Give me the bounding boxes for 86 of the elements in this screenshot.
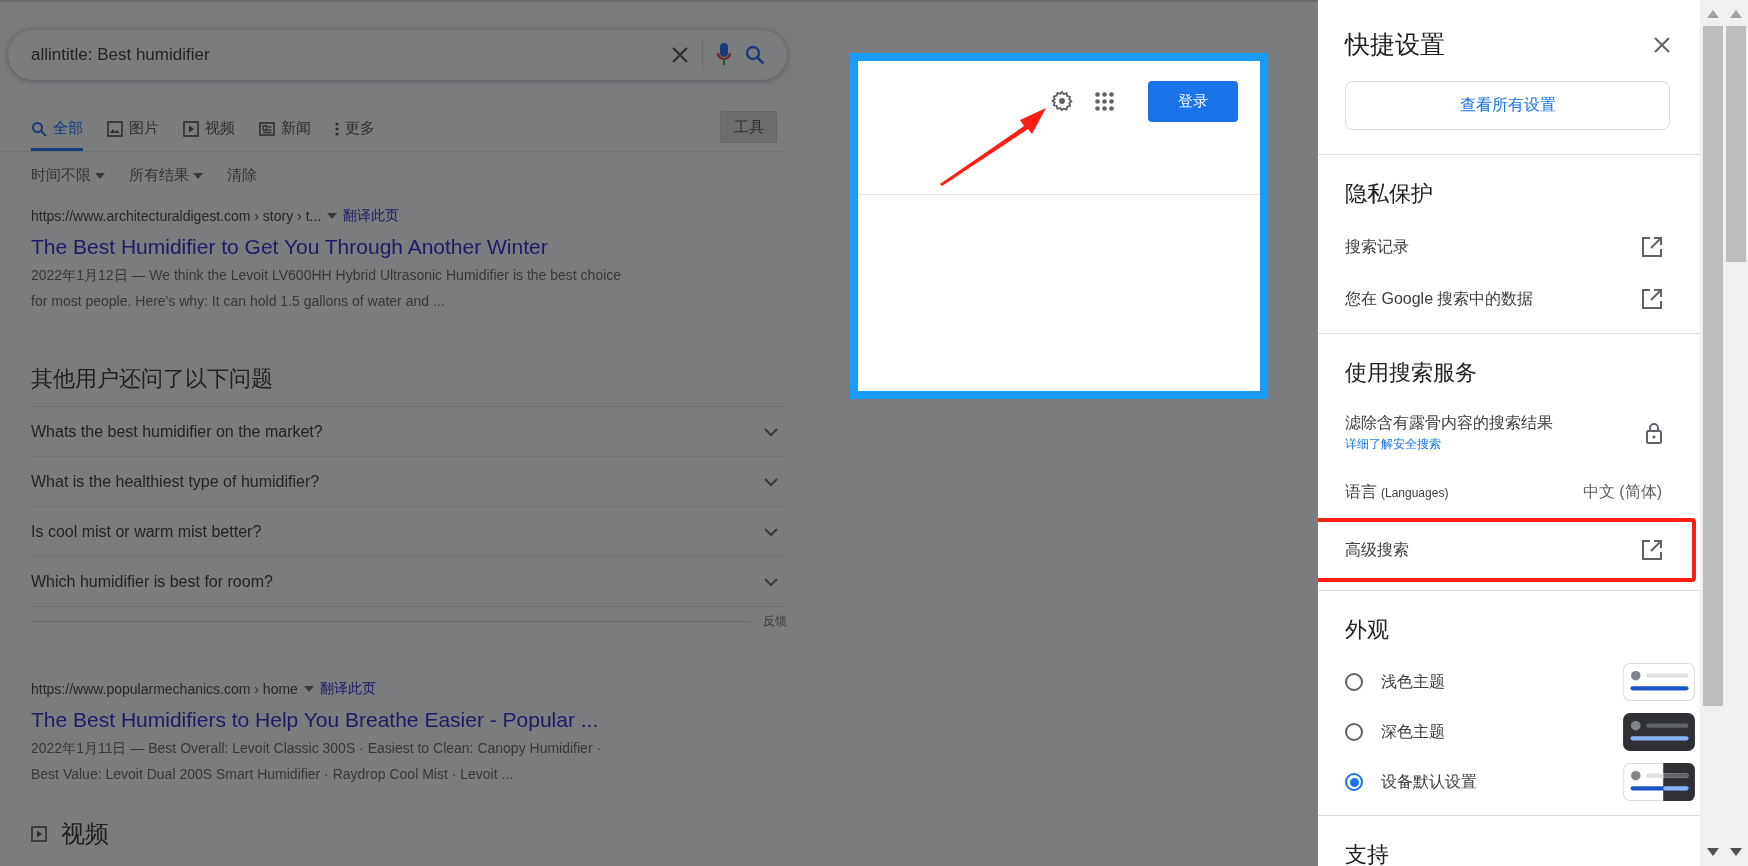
search-icon[interactable] (745, 45, 765, 65)
scrollbar-thumb[interactable] (1725, 26, 1746, 262)
external-link-icon (1642, 237, 1662, 257)
tab-label: 新闻 (281, 119, 311, 138)
close-icon[interactable] (1654, 36, 1670, 53)
theme-preview-icon (1622, 663, 1696, 701)
setting-note: (Languages) (1381, 485, 1449, 500)
scroll-down-icon[interactable] (1706, 848, 1719, 856)
result-url: https://www.popularmechanics.com › home (31, 681, 298, 697)
search-icon (31, 120, 47, 137)
question-text[interactable]: Whats the best humidifier on the market? (31, 422, 323, 441)
language-value[interactable]: 中文 (简体) (1582, 481, 1662, 503)
setting-label: 滤除含有露骨内容的搜索结果 (1345, 413, 1553, 433)
search-tab[interactable]: 新闻 (259, 119, 311, 151)
section-heading: 支持 (1344, 841, 1390, 866)
search-tab[interactable]: 视频 (183, 119, 235, 151)
close-icon[interactable] (672, 47, 688, 63)
view-all-settings-button[interactable]: 查看所有设置 (1345, 81, 1670, 130)
apps-grid-icon[interactable] (1095, 92, 1114, 111)
microphone-icon[interactable] (717, 43, 731, 67)
filter-label[interactable]: 清除 (227, 166, 257, 185)
tab-label: 图片 (129, 119, 159, 138)
tab-label: 全部 (53, 119, 83, 138)
play-icon (31, 826, 47, 843)
result-snippet: 2022年1月12日 — We think the Levoit LV600HH Hybrid Ultrasonic Humidifier is the best choice (31, 266, 623, 285)
scrollbar-thumb[interactable] (1702, 26, 1723, 706)
settings-link[interactable]: 您在 Google 搜索中的数据 (1345, 288, 1534, 310)
tools-button[interactable]: 工具 (720, 111, 777, 143)
theme-label: 设备默认设置 (1381, 771, 1477, 792)
panel-title: 快捷设置 (1345, 29, 1445, 60)
filter-label[interactable]: 时间不限 (31, 166, 91, 185)
translate-link[interactable]: 翻译此页 (319, 680, 376, 698)
result-snippet: Best Value: Levoit Dual 200S Smart Humidifier · Raydrop Cool Mist · Levoit ... (31, 765, 515, 784)
tab-label: 视频 (205, 119, 235, 138)
chevron-down-icon[interactable] (763, 576, 779, 587)
search-tab[interactable]: 图片 (107, 119, 159, 151)
search-tab[interactable]: 更多 (335, 119, 375, 151)
settings-link[interactable]: 搜索记录 (1345, 236, 1409, 258)
section-heading: 外观 (1344, 616, 1390, 644)
search-tab[interactable]: 全部 (31, 119, 83, 151)
scroll-up-icon[interactable] (1729, 10, 1742, 18)
lock-icon (1646, 422, 1662, 444)
theme-radio[interactable] (1345, 723, 1363, 741)
theme-radio[interactable] (1345, 773, 1363, 791)
question-text[interactable]: Which humidifier is best for room? (31, 572, 273, 591)
chevron-down-icon[interactable] (763, 476, 779, 487)
chevron-down-icon[interactable] (763, 426, 779, 437)
settings-link[interactable]: 高级搜索 (1345, 539, 1409, 561)
dropdown-caret-icon (193, 172, 203, 179)
external-link-icon (1642, 289, 1662, 309)
result-snippet: 2022年1月11日 — Best Overall: Levoit Classic 300S · Easiest to Clean: Canopy Humidifier · (31, 739, 603, 758)
image-icon (107, 120, 123, 137)
theme-label: 浅色主题 (1381, 671, 1445, 692)
caret-icon (327, 213, 338, 219)
question-text[interactable]: What is the healthiest type of humidifier? (31, 472, 320, 491)
scroll-down-icon[interactable] (1729, 848, 1742, 856)
theme-preview-icon (1622, 763, 1696, 801)
result-title-link[interactable]: The Best Humidifiers to Help You Breathe Easier - Popular ... (31, 708, 787, 732)
chevron-down-icon[interactable] (763, 526, 779, 537)
sign-in-button[interactable]: 登录 (1148, 81, 1238, 122)
theme-label: 深色主题 (1381, 721, 1445, 742)
result-snippet: for most people. Here's why: It can hold 1.5 gallons of water and ... (31, 292, 446, 311)
scroll-up-icon[interactable] (1706, 10, 1719, 18)
dropdown-caret-icon (95, 172, 105, 179)
questions-heading: 其他用户还问了以下问题 (31, 364, 787, 407)
learn-more-link[interactable]: 详细了解安全搜索 (1345, 436, 1553, 453)
result-url: https://www.architecturaldigest.com › story › t... (31, 208, 322, 224)
section-heading: 隐私保护 (1344, 180, 1434, 208)
section-heading: 使用搜索服务 (1344, 359, 1478, 387)
caret-icon (303, 686, 314, 692)
more-icon (335, 120, 339, 137)
newspaper-icon (259, 120, 275, 137)
play-icon (183, 120, 199, 137)
settings-icon[interactable] (1051, 90, 1073, 112)
external-link-icon (1642, 540, 1662, 560)
setting-label: 语言 (1345, 481, 1377, 502)
question-text[interactable]: Is cool mist or warm mist better? (31, 522, 262, 541)
feedback-link[interactable]: 反馈 (763, 613, 787, 630)
translate-link[interactable]: 翻译此页 (343, 207, 400, 225)
result-title-link[interactable]: The Best Humidifier to Get You Through Another Winter (31, 235, 787, 259)
search-field[interactable]: allintitle: Best humidifier (8, 30, 787, 80)
videos-heading: 视频 (61, 821, 109, 848)
filter-label[interactable]: 所有结果 (129, 166, 189, 185)
tab-label: 更多 (345, 119, 375, 138)
theme-radio[interactable] (1345, 673, 1363, 691)
theme-preview-icon (1622, 713, 1696, 751)
